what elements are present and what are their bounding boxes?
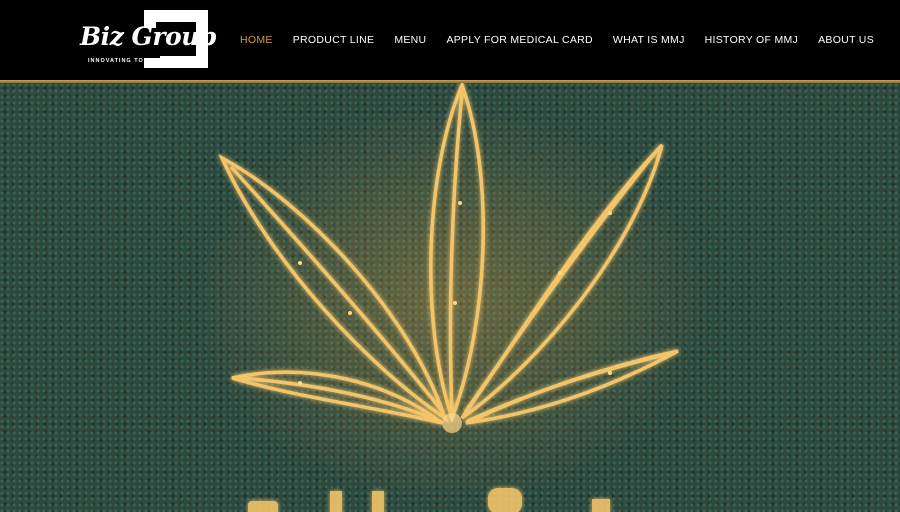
nav-product-line[interactable]: PRODUCT LINE [293,34,375,46]
bizgroup-logo[interactable]: Biz Group INNOVATING TOGETHER [78,10,216,70]
nav-what-is-mmj[interactable]: WHAT IS MMJ [613,34,685,46]
nav-apply-medical-card[interactable]: APPLY FOR MEDICAL CARD [446,34,592,46]
logo-tagline: INNOVATING TOGETHER [88,58,173,64]
site-header: Biz Group INNOVATING TOGETHER HOME PRODU… [0,0,900,80]
nav-menu[interactable]: MENU [394,34,426,46]
main-nav: HOME PRODUCT LINE MENU APPLY FOR MEDICAL… [240,34,874,46]
nav-home[interactable]: HOME [240,34,273,46]
nav-about-us[interactable]: ABOUT US [818,34,874,46]
nav-history-of-mmj[interactable]: HISTORY OF MMJ [705,34,798,46]
cannabis-leaf-icon [190,83,710,512]
hero-banner [0,83,900,512]
logo-title: Biz Group [80,22,216,51]
